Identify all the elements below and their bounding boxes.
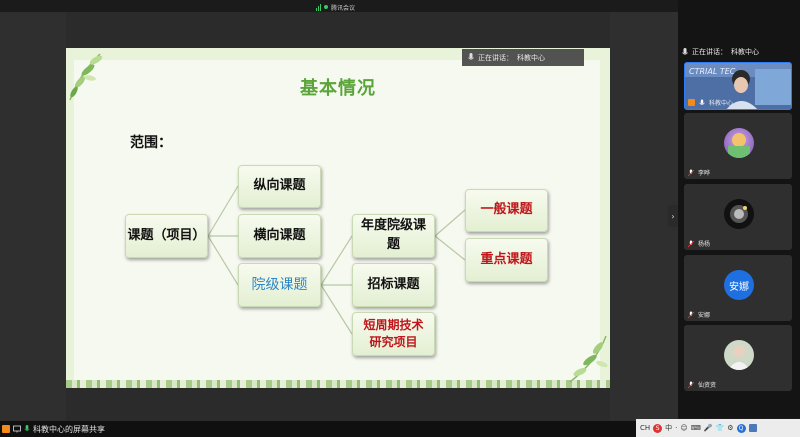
- microphone-icon: [24, 425, 30, 431]
- microphone-icon: [699, 99, 705, 105]
- avatar-image: [728, 133, 750, 158]
- tray-emoji-icon[interactable]: ☺: [680, 424, 687, 432]
- host-badge-icon: [688, 99, 695, 106]
- tray-voice-icon[interactable]: 🎤: [704, 424, 713, 432]
- participant-tile[interactable]: 李晔: [684, 113, 792, 179]
- speaking-name: 科教中心: [517, 53, 545, 62]
- avatar-image: [730, 205, 748, 223]
- microphone-muted-icon: [687, 240, 695, 247]
- app-title: 腾讯会议: [331, 4, 356, 12]
- tray-skin-icon[interactable]: 👕: [716, 424, 725, 432]
- microphone-muted-icon: [687, 311, 695, 318]
- avatar: 安娜: [724, 270, 754, 300]
- participant-name-label: 仙资资: [687, 380, 716, 389]
- avatar-image: [728, 345, 750, 370]
- avatar: [724, 199, 754, 229]
- node-vertical-project: 纵向课题: [238, 165, 321, 208]
- node-annual-project: 年度院级课题: [352, 214, 435, 258]
- node-general-project: 一般课题: [465, 189, 548, 232]
- participant-tile-video[interactable]: CTRIAL TEC 科教中心: [684, 62, 792, 110]
- tray-app-icon[interactable]: [748, 424, 757, 432]
- tray-input-ch[interactable]: CH: [640, 424, 650, 432]
- participant-name-label: 李晔: [687, 168, 710, 177]
- participant-name-label: 杨杨: [687, 239, 710, 248]
- signal-icon: [316, 3, 321, 11]
- tray-qq-icon[interactable]: Q: [736, 423, 746, 433]
- shared-screen: 基本情况 范围： 课题（项目） 纵向课题 横向课题 院级课题 年度院级课题 招标…: [0, 12, 678, 422]
- microphone-muted-icon: [687, 169, 695, 176]
- node-institute-project: 院级课题: [238, 263, 321, 307]
- tray-keyboard-icon[interactable]: ⌨: [691, 424, 701, 432]
- recording-dot-icon: [324, 5, 328, 9]
- node-short-cycle-project: 短周期技术研究项目: [352, 312, 435, 356]
- microphone-icon: [682, 47, 688, 55]
- microphone-muted-icon: [687, 381, 695, 388]
- speaking-prefix: 正在讲话：: [478, 53, 513, 62]
- user-icon: [2, 425, 10, 433]
- speaking-name: 科教中心: [731, 48, 759, 56]
- participant-name-label: 安娜: [687, 310, 710, 319]
- node-key-project: 重点课题: [465, 238, 548, 282]
- collapse-panel-button[interactable]: ›: [668, 205, 678, 227]
- avatar: [724, 340, 754, 370]
- svg-text:CTRIAL TEC: CTRIAL TEC: [689, 67, 736, 76]
- speaking-indicator-panel: 正在讲话： 科教中心: [682, 45, 759, 59]
- participant-name-label: 科教中心: [688, 98, 733, 107]
- presentation-slide: 基本情况 范围： 课题（项目） 纵向课题 横向课题 院级课题 年度院级课题 招标…: [66, 48, 610, 388]
- tray-sogou-icon[interactable]: S: [653, 423, 663, 433]
- participant-tile[interactable]: 杨杨: [684, 184, 792, 250]
- microphone-icon: [468, 53, 474, 60]
- screen-share-title[interactable]: 科教中心的屏幕共享: [2, 422, 105, 436]
- left-padding: [0, 12, 66, 422]
- tray-punctuation[interactable]: ·: [675, 424, 677, 432]
- node-bidding-project: 招标课题: [352, 263, 435, 307]
- tray-settings-icon[interactable]: ⚙: [727, 424, 733, 432]
- tray-language[interactable]: 中: [665, 423, 672, 433]
- participant-tile[interactable]: 安娜 安娜: [684, 255, 792, 321]
- meeting-window: 腾讯会议 基本情况 范围： 课题（项目） 纵向课题 横向课题 院级课题 年度院级…: [0, 0, 800, 437]
- participant-tile[interactable]: 仙资资: [684, 325, 792, 391]
- system-tray: CH S 中 · ☺ ⌨ 🎤 👕 ⚙ Q: [636, 419, 800, 437]
- node-horizontal-project: 横向课题: [238, 214, 321, 258]
- node-root: 课题（项目）: [125, 214, 208, 258]
- network-status[interactable]: 腾讯会议: [316, 2, 355, 12]
- chevron-right-icon: ›: [671, 211, 675, 221]
- speaking-indicator-share: 正在讲话： 科教中心: [462, 49, 584, 66]
- avatar: [724, 128, 754, 158]
- speaking-prefix: 正在讲话：: [692, 48, 727, 56]
- screen-icon: [13, 425, 21, 433]
